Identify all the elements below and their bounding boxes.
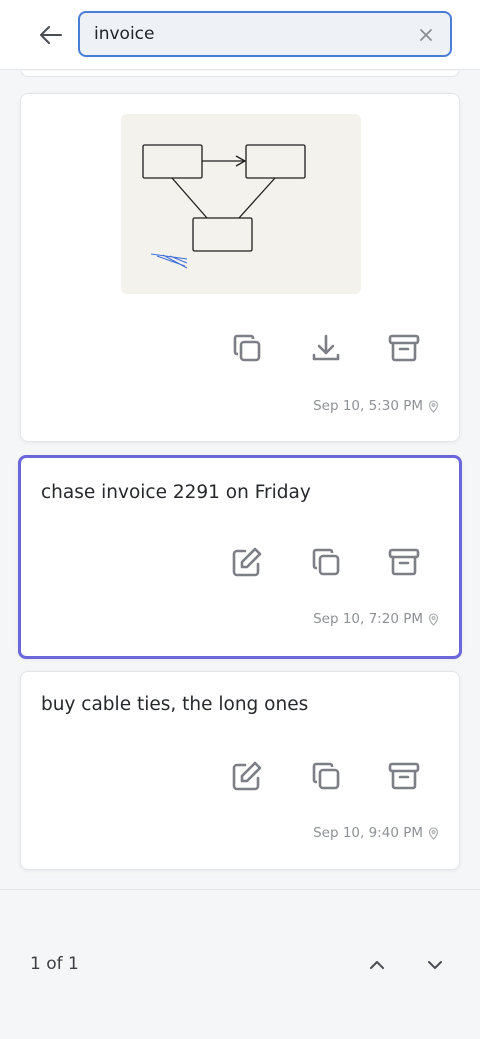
note-text: buy cable ties, the long ones: [41, 694, 309, 715]
copy-button[interactable]: [229, 330, 265, 366]
clear-search-button[interactable]: [416, 25, 436, 45]
timestamp: Sep 10, 5:30 PM: [313, 398, 439, 414]
result-count: 1 of 1: [30, 954, 79, 974]
result-card-drawing[interactable]: Sep 10, 5:30 PM: [20, 93, 460, 442]
edit-button[interactable]: [229, 758, 265, 794]
result-pager: 1 of 1: [0, 890, 480, 1039]
timestamp: Sep 10, 9:40 PM: [313, 825, 439, 841]
search-field: [78, 11, 452, 57]
archive-icon: [388, 762, 420, 790]
copy-icon: [312, 548, 340, 576]
edit-icon: [232, 547, 262, 577]
back-button[interactable]: [34, 20, 68, 50]
archive-icon: [388, 334, 420, 362]
search-input[interactable]: [94, 21, 394, 47]
download-icon: [312, 334, 340, 361]
timestamp-text: Sep 10, 5:30 PM: [313, 398, 423, 414]
location-pin-icon: [428, 612, 439, 626]
timestamp-text: Sep 10, 7:20 PM: [313, 611, 423, 627]
result-card-note-selected[interactable]: chase invoice 2291 on Friday Sep 10, 7:2…: [18, 455, 462, 659]
timestamp: Sep 10, 7:20 PM: [313, 611, 439, 627]
archive-button[interactable]: [386, 544, 422, 580]
edit-button[interactable]: [229, 544, 265, 580]
chevron-up-icon: [370, 961, 384, 969]
search-header: [0, 0, 480, 70]
location-pin-icon: [428, 826, 439, 840]
edit-icon: [232, 761, 262, 791]
copy-button[interactable]: [308, 544, 344, 580]
previous-result-button[interactable]: [362, 952, 392, 978]
search-results[interactable]: Sep 10, 5:30 PM chase invoice 2291 on Fr…: [0, 71, 480, 889]
close-icon: [420, 29, 432, 41]
copy-icon: [312, 762, 340, 790]
archive-button[interactable]: [386, 758, 422, 794]
location-pin-icon: [428, 399, 439, 413]
next-result-button[interactable]: [420, 952, 450, 978]
archive-icon: [388, 548, 420, 576]
copy-button[interactable]: [308, 758, 344, 794]
arrow-left-icon: [40, 26, 62, 44]
chevron-down-icon: [428, 961, 442, 969]
note-text: chase invoice 2291 on Friday: [41, 482, 311, 503]
diagram-sketch: [142, 144, 306, 269]
download-button[interactable]: [308, 330, 344, 366]
result-card-note[interactable]: buy cable ties, the long ones Sep 10, 9:…: [20, 671, 460, 870]
previous-card-edge: [20, 71, 460, 77]
timestamp-text: Sep 10, 9:40 PM: [313, 825, 423, 841]
archive-button[interactable]: [386, 330, 422, 366]
copy-icon: [233, 334, 261, 362]
drawing-thumbnail[interactable]: [121, 114, 361, 294]
